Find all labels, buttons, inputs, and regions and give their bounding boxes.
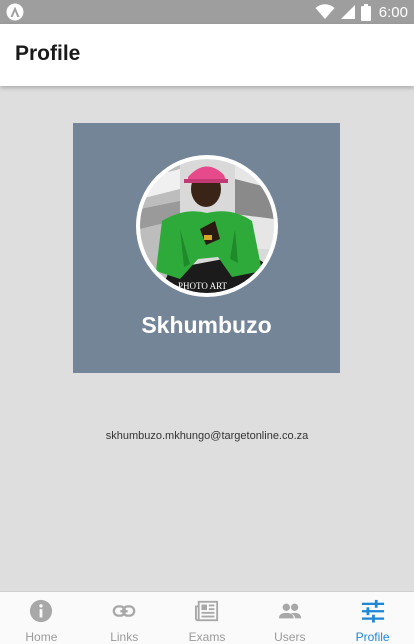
- profile-email: skhumbuzo.mkhungo@targetonline.co.za: [105, 430, 309, 442]
- info-icon: [30, 599, 53, 623]
- newspaper-icon: [194, 600, 219, 622]
- nav-item-exams[interactable]: Exams: [166, 592, 249, 644]
- status-icons: 6:00: [315, 0, 408, 24]
- profile-content: PHOTO ART Skhumbuzo skhumbuzo.mkhungo@ta…: [0, 86, 414, 591]
- sliders-icon: [361, 599, 384, 623]
- signal-icon: [340, 5, 355, 19]
- link-icon: [112, 605, 136, 617]
- avatar-watermark: PHOTO ART: [178, 281, 228, 291]
- profile-name: Skhumbuzo: [141, 312, 272, 338]
- nav-label-home: Home: [25, 630, 58, 644]
- page-title: Profile: [15, 42, 81, 65]
- nav-item-home[interactable]: Home: [0, 592, 83, 644]
- avatar[interactable]: PHOTO ART: [136, 155, 278, 297]
- people-icon: [278, 603, 301, 619]
- bottom-navigation: Home Links Exams Users Profile: [0, 591, 414, 644]
- nav-label-profile: Profile: [355, 630, 390, 644]
- nav-label-exams: Exams: [188, 630, 226, 644]
- nav-item-profile[interactable]: Profile: [331, 592, 414, 644]
- nav-label-users: Users: [274, 630, 306, 644]
- profile-card: PHOTO ART Skhumbuzo: [73, 123, 340, 373]
- status-bar: 6:00: [0, 0, 414, 24]
- nav-item-links[interactable]: Links: [83, 592, 166, 644]
- nav-label-links: Links: [110, 630, 139, 644]
- battery-icon: [360, 3, 371, 21]
- avatar-photo: PHOTO ART: [140, 159, 274, 293]
- app-bar: Profile: [0, 24, 414, 86]
- wifi-icon: [315, 4, 335, 19]
- app-logo-icon: [6, 3, 24, 21]
- nav-item-users[interactable]: Users: [248, 592, 331, 644]
- status-time: 6:00: [378, 3, 408, 21]
